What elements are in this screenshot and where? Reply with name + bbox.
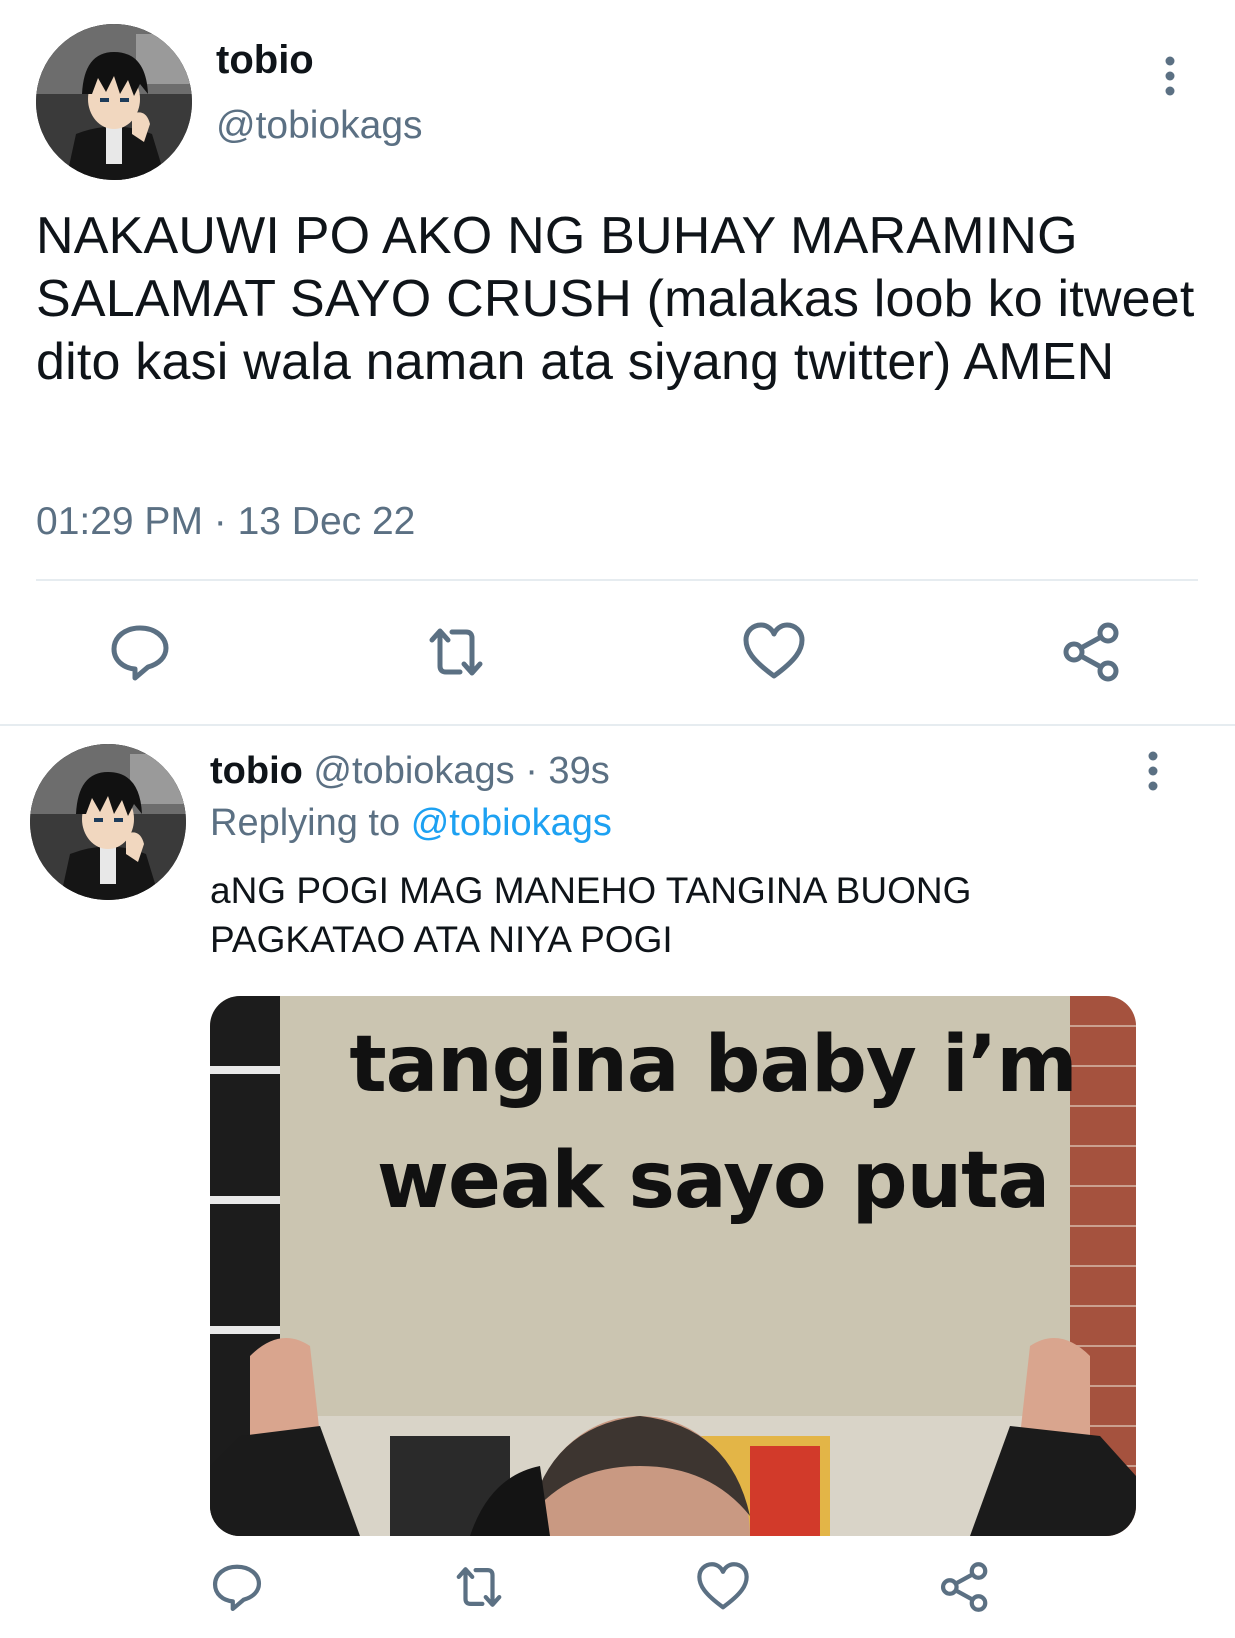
like-icon[interactable]: [742, 620, 806, 684]
replying-to: Replying to @tobiokags: [210, 802, 612, 845]
avatar-image: [30, 744, 186, 900]
avatar[interactable]: [36, 24, 192, 180]
author-handle[interactable]: @tobiokags: [216, 104, 423, 148]
more-options-icon[interactable]: [1143, 750, 1163, 792]
author-meta[interactable]: @tobiokags · 39s: [313, 750, 609, 792]
retweet-icon[interactable]: [452, 1560, 506, 1614]
reply-icon[interactable]: [210, 1560, 264, 1614]
tweet-text: NAKAUWI PO AKO NG BUHAY MARAMING SALAMAT…: [36, 207, 1195, 391]
author-name[interactable]: tobio: [210, 750, 303, 792]
avatar-image: [36, 24, 192, 180]
avatar[interactable]: [30, 744, 186, 900]
author-name[interactable]: tobio: [216, 38, 314, 83]
tweet-text: aNG POGI MAG MANEHO TANGINA BUONG PAGKAT…: [210, 870, 972, 960]
reply-icon[interactable]: [108, 620, 172, 684]
more-options-icon[interactable]: [1160, 55, 1180, 97]
sign-text-line2: weak sayo puta: [376, 1136, 1050, 1226]
tweet-media-image[interactable]: tangina baby i’m weak sayo puta: [210, 996, 1136, 1536]
divider: [0, 724, 1235, 726]
share-icon[interactable]: [1060, 620, 1124, 684]
tweet-timestamp[interactable]: 01:29 PM · 13 Dec 22: [36, 500, 415, 544]
like-icon[interactable]: [696, 1560, 750, 1614]
share-icon[interactable]: [938, 1560, 992, 1614]
reply-header: tobio @tobiokags · 39s: [210, 750, 610, 793]
divider: [36, 579, 1198, 581]
replying-handle-link[interactable]: @tobiokags: [411, 802, 612, 844]
replying-prefix: Replying to: [210, 802, 401, 844]
sign-text-line1: tangina baby i’m: [349, 1020, 1077, 1110]
retweet-icon[interactable]: [424, 620, 488, 684]
